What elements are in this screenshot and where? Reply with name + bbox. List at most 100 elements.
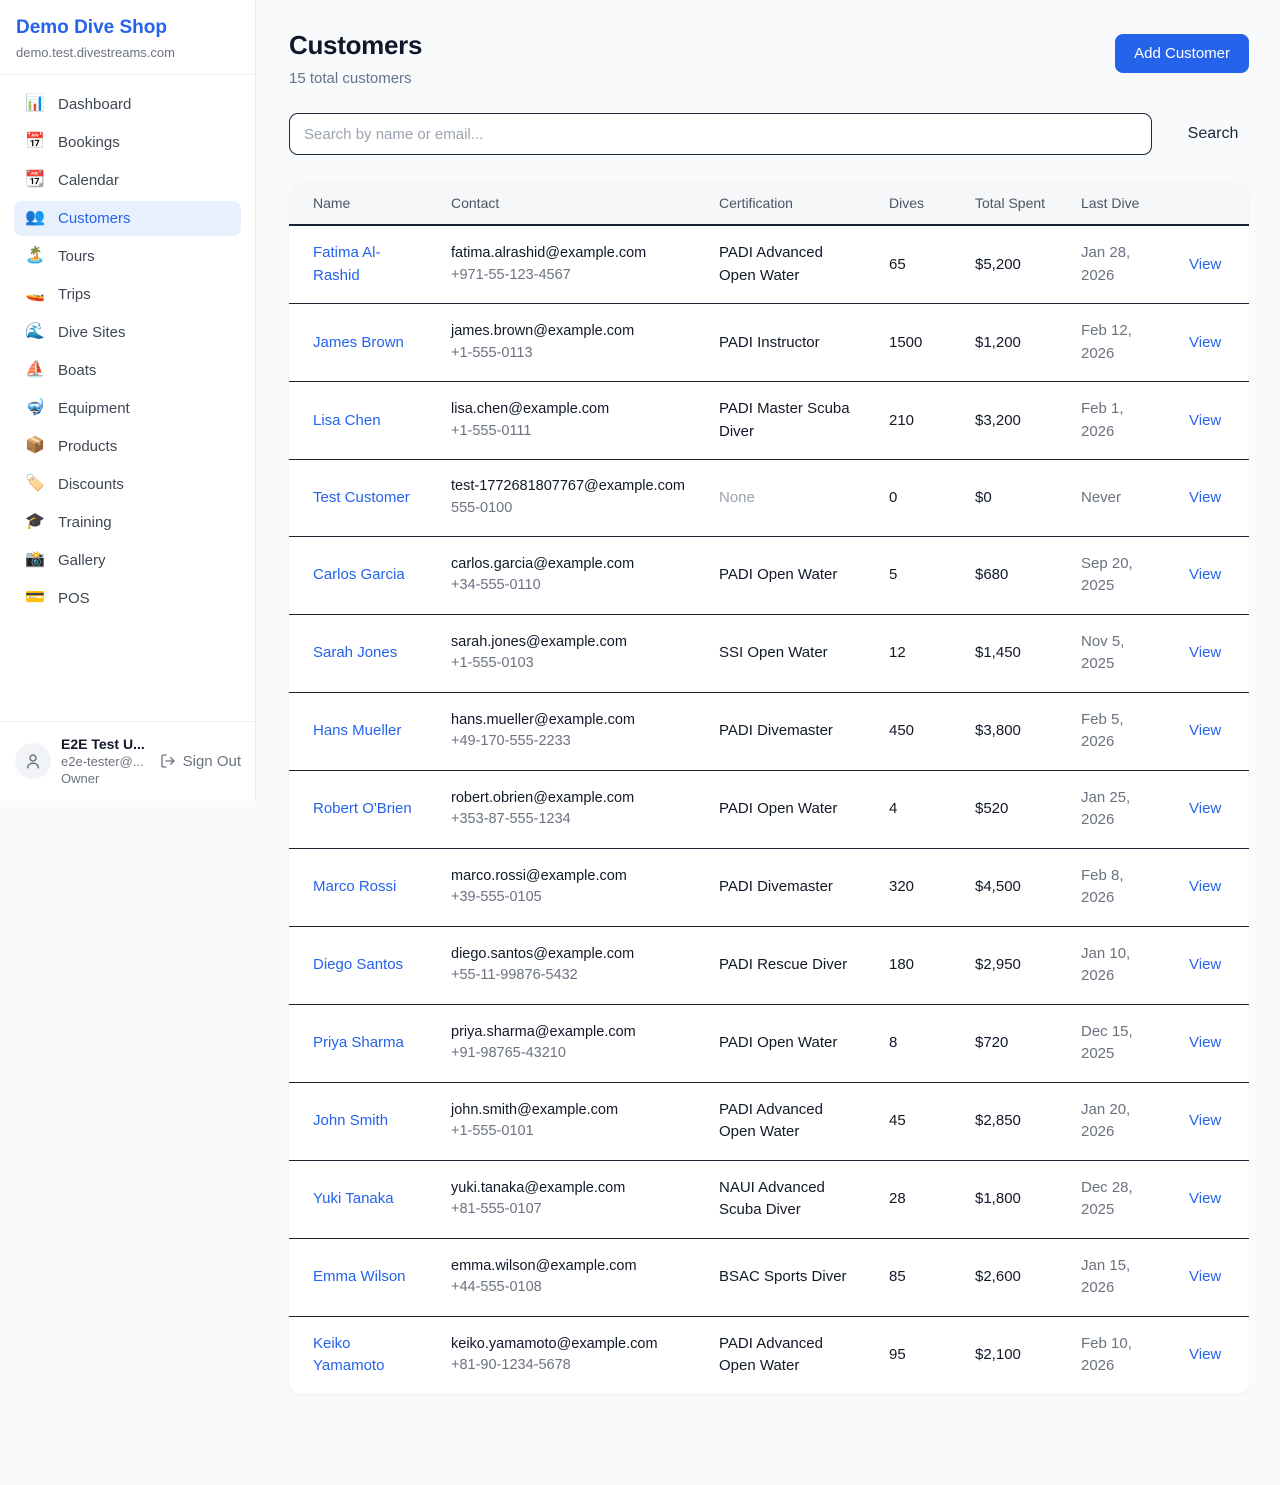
page-header: Customers 15 total customers Add Custome… xyxy=(289,30,1249,87)
main-content: Customers 15 total customers Add Custome… xyxy=(256,0,1280,1420)
sidebar-item-dive-sites[interactable]: 🌊 Dive Sites xyxy=(14,315,241,350)
avatar xyxy=(15,743,51,779)
customer-name-link[interactable]: Emma Wilson xyxy=(313,1268,406,1285)
sidebar-item-label: Products xyxy=(58,438,117,455)
customer-phone: +971-55-123-4567 xyxy=(451,265,687,287)
customer-email: diego.santos@example.com xyxy=(451,944,687,966)
sidebar-item-boats[interactable]: ⛵ Boats xyxy=(14,353,241,388)
sidebar-item-pos[interactable]: 💳 POS xyxy=(14,581,241,616)
table-row: Lisa Chen lisa.chen@example.com +1-555-0… xyxy=(289,382,1249,460)
customer-last-dive: Feb 8, 2026 xyxy=(1065,848,1173,926)
customer-name-link[interactable]: Robert O'Brien xyxy=(313,800,412,817)
customer-phone: +34-555-0110 xyxy=(451,575,687,597)
sidebar-item-discounts[interactable]: 🏷️ Discounts xyxy=(14,467,241,502)
customer-name-link[interactable]: Fatima Al-Rashid xyxy=(313,244,381,284)
view-customer-link[interactable]: View xyxy=(1189,256,1221,273)
view-customer-link[interactable]: View xyxy=(1189,1346,1221,1363)
table-row: Sarah Jones sarah.jones@example.com +1-5… xyxy=(289,614,1249,692)
customer-phone: +1-555-0103 xyxy=(451,653,687,675)
view-customer-link[interactable]: View xyxy=(1189,412,1221,429)
customer-email: test-1772681807767@example.com xyxy=(451,476,687,498)
customer-last-dive: Never xyxy=(1065,460,1173,537)
search-button[interactable]: Search xyxy=(1177,125,1249,143)
customer-name-link[interactable]: Lisa Chen xyxy=(313,412,381,429)
customer-dives: 5 xyxy=(873,536,959,614)
customer-last-dive: Jan 10, 2026 xyxy=(1065,926,1173,1004)
sidebar: Demo Dive Shop demo.test.divestreams.com… xyxy=(0,0,256,801)
sign-out-button[interactable]: Sign Out xyxy=(160,753,241,770)
customer-name-link[interactable]: James Brown xyxy=(313,334,404,351)
customer-name-link[interactable]: Keiko Yamamoto xyxy=(313,1335,384,1375)
customer-dives: 210 xyxy=(873,382,959,460)
customer-phone: +1-555-0101 xyxy=(451,1121,687,1143)
customer-certification: PADI Divemaster xyxy=(719,722,833,739)
customer-name-link[interactable]: Yuki Tanaka xyxy=(313,1190,394,1207)
customer-name-link[interactable]: Diego Santos xyxy=(313,956,403,973)
customer-certification: PADI Open Water xyxy=(719,566,837,583)
view-customer-link[interactable]: View xyxy=(1189,566,1221,583)
customer-certification: PADI Open Water xyxy=(719,800,837,817)
customer-phone: +39-555-0105 xyxy=(451,887,687,909)
customer-name-link[interactable]: Test Customer xyxy=(313,489,410,506)
sidebar-item-trips[interactable]: 🚤 Trips xyxy=(14,277,241,312)
view-customer-link[interactable]: View xyxy=(1189,800,1221,817)
view-customer-link[interactable]: View xyxy=(1189,334,1221,351)
view-customer-link[interactable]: View xyxy=(1189,1034,1221,1051)
search-input[interactable] xyxy=(289,113,1152,155)
sidebar-item-label: Dashboard xyxy=(58,96,131,113)
user-info: E2E Test U... e2e-tester@... Owner xyxy=(61,735,150,788)
view-customer-link[interactable]: View xyxy=(1189,644,1221,661)
customer-certification: None xyxy=(719,489,755,506)
customers-table-card: Name Contact Certification Dives Total S… xyxy=(289,182,1249,1394)
customer-phone: +91-98765-43210 xyxy=(451,1043,687,1065)
customer-certification: BSAC Sports Diver xyxy=(719,1268,847,1285)
customer-email: marco.rossi@example.com xyxy=(451,866,687,888)
shop-subdomain: demo.test.divestreams.com xyxy=(16,45,239,60)
sidebar-item-equipment[interactable]: 🤿 Equipment xyxy=(14,391,241,426)
customer-name-link[interactable]: Marco Rossi xyxy=(313,878,396,895)
sidebar-item-tours[interactable]: 🏝️ Tours xyxy=(14,239,241,274)
sidebar-item-products[interactable]: 📦 Products xyxy=(14,429,241,464)
customer-total-spent: $1,800 xyxy=(959,1160,1065,1238)
table-row: Hans Mueller hans.mueller@example.com +4… xyxy=(289,692,1249,770)
view-customer-link[interactable]: View xyxy=(1189,722,1221,739)
customer-name-link[interactable]: Carlos Garcia xyxy=(313,566,405,583)
sidebar-item-customers[interactable]: 👥 Customers xyxy=(14,201,241,236)
customer-total-spent: $3,800 xyxy=(959,692,1065,770)
customer-dives: 180 xyxy=(873,926,959,1004)
view-customer-link[interactable]: View xyxy=(1189,878,1221,895)
customer-email: robert.obrien@example.com xyxy=(451,788,687,810)
customer-phone: +55-11-99876-5432 xyxy=(451,965,687,987)
customer-last-dive: Dec 15, 2025 xyxy=(1065,1004,1173,1082)
sidebar-item-label: POS xyxy=(58,590,90,607)
discounts-icon: 🏷️ xyxy=(25,476,45,492)
customer-email: yuki.tanaka@example.com xyxy=(451,1178,687,1200)
customer-count: 15 total customers xyxy=(289,70,422,87)
view-customer-link[interactable]: View xyxy=(1189,489,1221,506)
sidebar-item-dashboard[interactable]: 📊 Dashboard xyxy=(14,87,241,122)
table-row: James Brown james.brown@example.com +1-5… xyxy=(289,304,1249,382)
customer-total-spent: $2,100 xyxy=(959,1316,1065,1394)
column-header-dives: Dives xyxy=(873,182,959,225)
sidebar-item-bookings[interactable]: 📅 Bookings xyxy=(14,125,241,160)
view-customer-link[interactable]: View xyxy=(1189,1268,1221,1285)
sidebar-item-gallery[interactable]: 📸 Gallery xyxy=(14,543,241,578)
customer-name-link[interactable]: Sarah Jones xyxy=(313,644,397,661)
customer-email: james.brown@example.com xyxy=(451,321,687,343)
customer-certification: SSI Open Water xyxy=(719,644,828,661)
sidebar-item-label: Gallery xyxy=(58,552,106,569)
customer-total-spent: $520 xyxy=(959,770,1065,848)
customer-name-link[interactable]: Hans Mueller xyxy=(313,722,401,739)
sidebar-item-training[interactable]: 🎓 Training xyxy=(14,505,241,540)
sidebar-item-calendar[interactable]: 📆 Calendar xyxy=(14,163,241,198)
customer-name-link[interactable]: John Smith xyxy=(313,1112,388,1129)
customer-name-link[interactable]: Priya Sharma xyxy=(313,1034,404,1051)
customer-email: sarah.jones@example.com xyxy=(451,632,687,654)
customer-phone: +44-555-0108 xyxy=(451,1277,687,1299)
view-customer-link[interactable]: View xyxy=(1189,1190,1221,1207)
view-customer-link[interactable]: View xyxy=(1189,956,1221,973)
customer-dives: 0 xyxy=(873,460,959,537)
add-customer-button[interactable]: Add Customer xyxy=(1115,34,1249,73)
table-header-row: Name Contact Certification Dives Total S… xyxy=(289,182,1249,225)
view-customer-link[interactable]: View xyxy=(1189,1112,1221,1129)
